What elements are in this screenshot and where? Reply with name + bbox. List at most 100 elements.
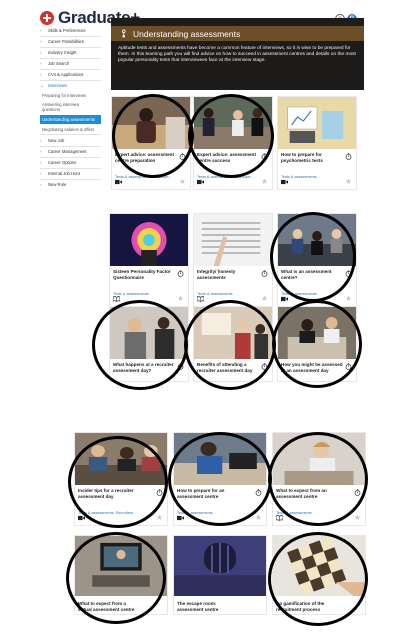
- card-title: The escape room: assessment centre: [177, 601, 219, 612]
- card-thumbnail: [273, 433, 365, 485]
- hero-banner: Understanding assessments Aptitude tests…: [111, 26, 364, 90]
- divider: [40, 80, 101, 81]
- card-integrity-assessments[interactable]: Integrity/ honesty assessments Tests & a…: [193, 213, 273, 307]
- video-icon: [78, 515, 85, 521]
- card-assessment-success[interactable]: Expert advice: assessment centre success…: [193, 96, 273, 190]
- divider: [40, 69, 101, 70]
- card-title: What to expect from an assessment centre: [276, 488, 327, 499]
- sidebar-item-internal-job-hunt[interactable]: › Internal Job Hunt: [40, 171, 101, 176]
- card-thumbnail: [75, 536, 167, 596]
- card-assessment-prep[interactable]: Expert advice: assessment centre prepara…: [111, 96, 191, 190]
- card-thumbnail: [278, 307, 356, 359]
- card-virtual-assessment-centre[interactable]: What to expect from a virtual assessment…: [74, 535, 168, 615]
- favourite-star-icon[interactable]: ★: [345, 178, 352, 186]
- timer-icon: [261, 153, 268, 160]
- video-icon: [281, 179, 288, 185]
- sidebar-item-career-management[interactable]: › Career Management: [40, 149, 101, 154]
- card-sixteen-pf[interactable]: Sixteen Personality Factor Questionnaire…: [109, 213, 189, 307]
- chevron-right-icon: ›: [40, 171, 42, 176]
- sidebar-item-skills[interactable]: › Skills & Preferences: [40, 28, 101, 33]
- card-title: How to prepare for psychometric tests: [281, 152, 323, 163]
- timer-icon: [261, 363, 268, 370]
- chevron-right-icon: ›: [40, 61, 42, 66]
- sidebar-item-new-role[interactable]: › New Role: [40, 182, 101, 187]
- chevron-right-icon: ›: [40, 28, 42, 33]
- card-thumbnail: [278, 97, 356, 149]
- chevron-right-icon: ›: [40, 50, 42, 55]
- book-icon: [197, 296, 204, 302]
- card-thumbnail: [278, 214, 356, 266]
- timer-icon: [354, 489, 361, 496]
- sidebar-item-label: New Job: [48, 138, 65, 143]
- card-escape-room[interactable]: The escape room: assessment centre: [173, 535, 267, 615]
- favourite-star-icon[interactable]: ★: [179, 178, 186, 186]
- divider: [40, 168, 101, 169]
- book-icon: [276, 515, 283, 521]
- card-gamification[interactable]: Do gamification of the recruitment proce…: [272, 535, 366, 615]
- card-expect-assessment-centre[interactable]: What to expect from an assessment centre…: [272, 432, 366, 526]
- sidebar-item-label: Job Search: [48, 61, 70, 66]
- video-icon: [281, 296, 288, 302]
- sidebar-item-career-possibilities[interactable]: › Career Possibilities: [40, 39, 101, 44]
- sidebar-item-cvs[interactable]: › CVs & Applications: [40, 72, 101, 77]
- card-thumbnail: [110, 307, 188, 359]
- sidebar-subitem-answering[interactable]: Answering interview questions: [40, 102, 90, 112]
- card-title: What is an assessment centre?: [281, 269, 332, 280]
- video-icon: [115, 179, 122, 185]
- sidebar-item-industry-insight[interactable]: › Industry Insight: [40, 50, 101, 55]
- hero-title: Understanding assessments: [133, 29, 241, 39]
- favourite-star-icon[interactable]: ★: [261, 295, 268, 303]
- chevron-right-icon: ›: [40, 39, 42, 44]
- card-prepare-assessment-centre[interactable]: How to prepare for an assessment centre …: [173, 432, 267, 526]
- chevron-right-icon: ›: [40, 149, 42, 154]
- chevron-right-icon: ›: [40, 72, 42, 77]
- card-tags[interactable]: Tests & assessments: [177, 511, 251, 515]
- sidebar-item-label: Industry Insight: [48, 50, 77, 55]
- timer-icon: [179, 153, 186, 160]
- card-thumbnail: [174, 536, 266, 596]
- video-icon: [197, 179, 204, 185]
- divider: [40, 179, 101, 180]
- card-thumbnail: [273, 536, 365, 596]
- chevron-right-icon: ›: [40, 138, 42, 143]
- timer-icon: [255, 489, 262, 496]
- card-how-assessed[interactable]: How you might be assessed at an assessme…: [277, 306, 357, 382]
- card-title: Integrity/ honesty assessments: [197, 269, 236, 280]
- favourite-star-icon[interactable]: ★: [177, 295, 184, 303]
- timer-icon: [177, 270, 184, 277]
- sidebar-item-label: Skills & Preferences: [48, 28, 86, 33]
- favourite-star-icon[interactable]: ★: [345, 295, 352, 303]
- sidebar-item-career-options[interactable]: › Career Options: [40, 160, 101, 165]
- card-thumbnail: [75, 433, 167, 485]
- favourite-star-icon[interactable]: ★: [156, 514, 163, 522]
- card-tags[interactable]: Tests & assessments, Recruiters: [78, 511, 152, 515]
- card-recruiter-assessment-day[interactable]: What happens at a recruiter assessment d…: [109, 306, 189, 382]
- sidebar-item-interviews[interactable]: ⌄ Interviews: [40, 83, 101, 88]
- card-insider-tips[interactable]: Insider tips for a recruiter assessment …: [74, 432, 168, 526]
- timer-icon: [345, 153, 352, 160]
- card-title: What to expect from a virtual assessment…: [78, 601, 135, 612]
- card-title: Do gamification of the recruitment proce…: [276, 601, 325, 612]
- sidebar-subitem-negotiating[interactable]: Negotiating salaries & offers: [40, 127, 101, 132]
- hero-top-strip: [111, 18, 364, 26]
- timer-icon: [156, 489, 163, 496]
- card-psychometric-tests[interactable]: How to prepare for psychometric tests Te…: [277, 96, 357, 190]
- card-benefits-assessment-day[interactable]: Benefits of attending a recruiter assess…: [193, 306, 273, 382]
- sidebar-subitem-understanding-assessments[interactable]: Understanding assessments: [40, 115, 101, 124]
- favourite-star-icon[interactable]: ★: [255, 514, 262, 522]
- card-title: How to prepare for an assessment centre: [177, 488, 225, 499]
- sidebar-item-label: Career Options: [48, 160, 77, 165]
- book-icon: [113, 296, 120, 302]
- favourite-star-icon[interactable]: ★: [354, 514, 361, 522]
- timer-icon: [177, 363, 184, 370]
- plus-logo-icon: [40, 11, 54, 25]
- sidebar-subitem-preparing[interactable]: Preparing for interviews: [40, 93, 101, 98]
- card-thumbnail: [174, 433, 266, 485]
- sidebar-item-new-job[interactable]: › New Job: [40, 138, 101, 143]
- card-tags[interactable]: Tests & assessments: [276, 511, 350, 515]
- favourite-star-icon[interactable]: ★: [261, 178, 268, 186]
- sidebar-item-job-search[interactable]: › Job Search: [40, 61, 101, 66]
- card-what-is-assessment-centre[interactable]: What is an assessment centre? Tests & as…: [277, 213, 357, 307]
- video-icon: [177, 515, 184, 521]
- card-title: Expert advice: assessment centre prepara…: [115, 152, 174, 163]
